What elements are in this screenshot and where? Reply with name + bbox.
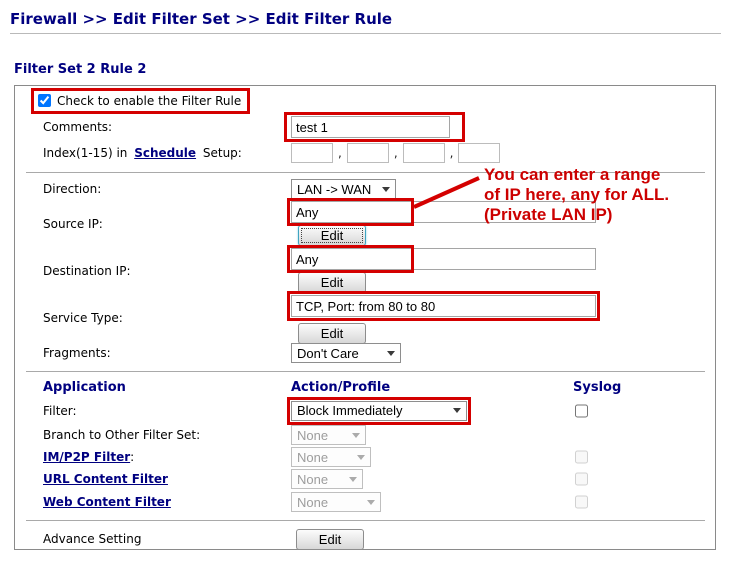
source-ip-row: Source IP: Edit — [15, 200, 715, 247]
web-content-filter-select[interactable]: None — [291, 492, 381, 512]
page-title: Firewall >> Edit Filter Set >> Edit Filt… — [10, 10, 392, 28]
fragments-label: Fragments: — [15, 346, 291, 360]
advance-setting-row: Advance Setting Edit — [15, 526, 715, 552]
highlight-box-enable: Check to enable the Filter Rule — [31, 88, 250, 114]
filter-rule-panel: Check to enable the Filter Rule Comments… — [14, 85, 716, 550]
filter-label: Filter: — [15, 404, 291, 418]
index-label-suffix: Setup: — [203, 146, 242, 160]
destination-ip-input[interactable] — [291, 248, 596, 270]
highlight-box-service-type — [287, 291, 600, 321]
im-p2p-filter-select[interactable]: None — [291, 447, 371, 467]
service-type-label: Service Type: — [15, 311, 291, 325]
chevron-down-icon — [453, 408, 461, 413]
direction-select[interactable]: LAN -> WAN — [291, 179, 396, 199]
action-profile-header: Action/Profile — [291, 380, 390, 395]
advance-setting-label: Advance Setting — [15, 532, 291, 546]
index-label-prefix: Index(1-15) in — [43, 146, 127, 160]
comments-input[interactable] — [291, 116, 450, 138]
source-ip-label: Source IP: — [15, 217, 291, 231]
section-divider — [26, 520, 705, 521]
branch-filter-set-label: Branch to Other Filter Set: — [15, 428, 291, 442]
url-content-filter-row: URL Content Filter None — [15, 468, 715, 490]
section-title: Filter Set 2 Rule 2 — [14, 62, 146, 77]
branch-filter-set-row: Branch to Other Filter Set: None — [15, 424, 715, 446]
chevron-down-icon — [352, 433, 360, 438]
enable-rule-checkbox[interactable] — [38, 94, 51, 107]
im-p2p-filter-row: IM/P2P Filter: None — [15, 446, 715, 468]
web-content-filter-row: Web Content Filter None — [15, 490, 715, 514]
im-p2p-syslog-checkbox[interactable] — [575, 451, 588, 464]
filter-row: Filter: Block Immediately — [15, 397, 715, 424]
fragments-row: Fragments: Don't Care — [15, 341, 715, 365]
url-content-syslog-checkbox[interactable] — [575, 473, 588, 486]
url-content-filter-link[interactable]: URL Content Filter — [43, 472, 168, 486]
schedule-index-row: Index(1-15) in Schedule Setup: ,,, — [15, 139, 715, 166]
filter-action-select[interactable]: Block Immediately — [291, 401, 467, 421]
schedule-link[interactable]: Schedule — [134, 146, 196, 160]
source-ip-input[interactable] — [291, 201, 596, 223]
service-type-row: Service Type: Edit — [15, 294, 715, 341]
branch-filter-set-select-value: None — [297, 428, 342, 443]
destination-ip-row: Destination IP: Edit — [15, 247, 715, 294]
service-type-edit-button[interactable]: Edit — [298, 323, 366, 344]
chevron-down-icon — [382, 187, 390, 192]
destination-ip-edit-button[interactable]: Edit — [298, 272, 366, 293]
advance-setting-edit-button[interactable]: Edit — [296, 529, 364, 550]
application-header: Application — [15, 380, 291, 395]
schedule-index-input-2[interactable] — [347, 143, 389, 163]
title-divider — [10, 33, 721, 34]
source-ip-edit-button[interactable]: Edit — [298, 225, 366, 246]
chevron-down-icon — [357, 455, 365, 460]
web-content-syslog-checkbox[interactable] — [575, 496, 588, 509]
url-content-filter-select-value: None — [297, 472, 339, 487]
filter-action-select-value: Block Immediately — [297, 403, 443, 418]
comments-row: Comments: — [15, 115, 715, 139]
schedule-index-input-1[interactable] — [291, 143, 333, 163]
syslog-header: Syslog — [573, 380, 621, 395]
direction-select-value: LAN -> WAN — [297, 182, 372, 197]
index-separator: , — [338, 146, 342, 160]
application-header-row: Application Action/Profile Syslog — [15, 377, 715, 397]
comments-label: Comments: — [15, 120, 291, 134]
schedule-index-input-4[interactable] — [458, 143, 500, 163]
direction-label: Direction: — [15, 182, 291, 196]
fragments-select[interactable]: Don't Care — [291, 343, 401, 363]
enable-rule-row: Check to enable the Filter Rule — [15, 88, 715, 115]
highlight-box-filter: Block Immediately — [287, 397, 471, 425]
im-p2p-filter-link[interactable]: IM/P2P Filter — [43, 450, 130, 464]
chevron-down-icon — [387, 351, 395, 356]
direction-row: Direction: LAN -> WAN — [15, 178, 715, 200]
index-separator: , — [450, 146, 454, 160]
service-type-input[interactable] — [291, 295, 596, 317]
im-p2p-filter-select-value: None — [297, 450, 347, 465]
web-content-filter-link[interactable]: Web Content Filter — [43, 495, 171, 509]
chevron-down-icon — [367, 500, 375, 505]
section-divider — [26, 371, 705, 372]
url-content-filter-select[interactable]: None — [291, 469, 363, 489]
schedule-index-input-3[interactable] — [403, 143, 445, 163]
destination-ip-label: Destination IP: — [15, 264, 291, 278]
chevron-down-icon — [349, 477, 357, 482]
highlight-box-comments — [284, 112, 465, 142]
im-p2p-colon: : — [130, 450, 134, 464]
section-divider — [26, 172, 705, 173]
fragments-select-value: Don't Care — [297, 346, 377, 361]
branch-filter-set-select[interactable]: None — [291, 425, 366, 445]
enable-rule-label: Check to enable the Filter Rule — [57, 94, 241, 108]
web-content-filter-select-value: None — [297, 495, 357, 510]
index-separator: , — [394, 146, 398, 160]
filter-syslog-checkbox[interactable] — [575, 404, 588, 417]
